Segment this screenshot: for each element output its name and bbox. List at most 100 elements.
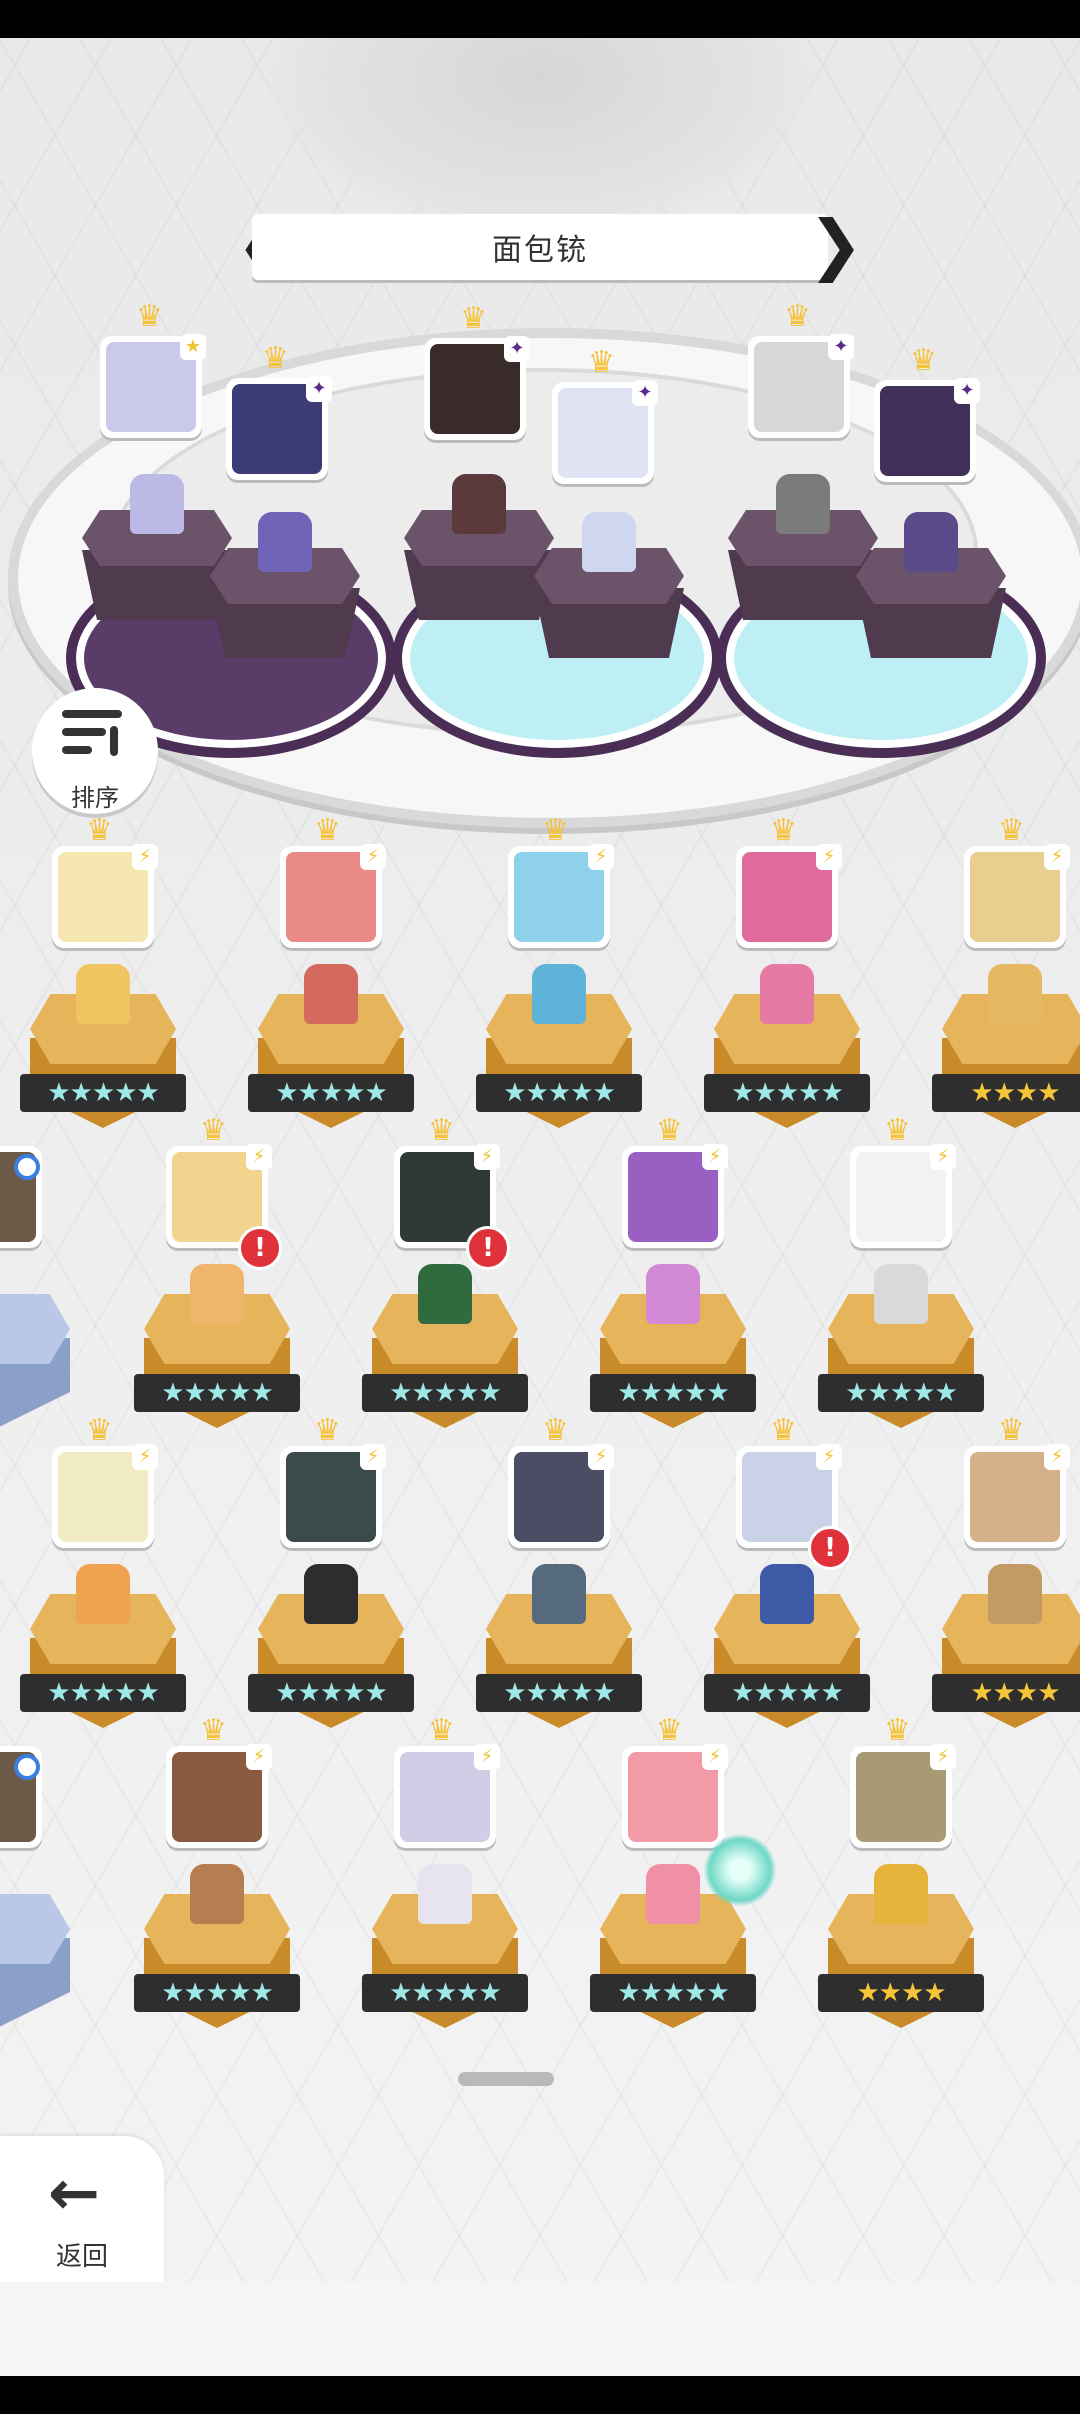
star-rating: ★★★★ (932, 1674, 1080, 1712)
star-rating: ★★★★★ (704, 1674, 870, 1712)
crown-icon: ♛ (314, 813, 341, 848)
star-rating: ★★★★★ (134, 1974, 300, 2012)
lightning-badge-icon: ⚡ (474, 1144, 500, 1170)
crown-icon: ♛ (770, 1413, 797, 1448)
team-member-sprite[interactable] (452, 474, 506, 534)
team-member-sprite[interactable] (776, 474, 830, 534)
character-sprite[interactable] (76, 964, 130, 1024)
star-rating: ★★★★★ (476, 1674, 642, 1712)
star-rating: ★★★★★ (362, 1374, 528, 1412)
character-portrait[interactable]: ⚡ (850, 1744, 956, 1848)
character-sprite[interactable] (874, 1264, 928, 1324)
team-member-portrait[interactable]: ✦ (424, 336, 530, 440)
arena-arch (260, 38, 820, 238)
star-rating: ★★★★★ (248, 1074, 414, 1112)
lightning-badge-icon: ⚡ (132, 844, 158, 870)
star-rating: ★★★★★ (248, 1674, 414, 1712)
character-portrait[interactable]: ⚡ (622, 1144, 728, 1248)
crown-icon: ♛ (460, 301, 487, 336)
character-portrait[interactable]: ⚡ (736, 844, 842, 948)
selection-dot-icon (14, 1754, 40, 1780)
character-sprite[interactable] (190, 1864, 244, 1924)
character-sprite[interactable] (874, 1864, 928, 1924)
crown-icon: ♛ (998, 813, 1025, 848)
rank-badge-icon: ✦ (504, 336, 530, 362)
character-portrait[interactable]: ⚡ (964, 844, 1070, 948)
sort-label: 排序 (71, 784, 119, 812)
crown-icon: ♛ (784, 299, 811, 334)
character-sprite[interactable] (532, 964, 586, 1024)
character-sprite[interactable] (760, 964, 814, 1024)
character-sprite[interactable] (532, 1564, 586, 1624)
team-member-portrait[interactable]: ✦ (874, 378, 980, 482)
crown-icon: ♛ (770, 813, 797, 848)
crown-icon: ♛ (884, 1713, 911, 1748)
team-member-portrait[interactable]: ✦ (748, 334, 854, 438)
character-portrait[interactable]: ⚡ (52, 844, 158, 948)
character-portrait[interactable]: ⚡ (850, 1144, 956, 1248)
star-rating: ★★★★★ (134, 1374, 300, 1412)
character-sprite[interactable] (418, 1264, 472, 1324)
weapon-title: 面包铳 (492, 233, 588, 268)
team-member-portrait[interactable]: ★ (100, 334, 206, 438)
star-rating: ★★★★ (932, 1074, 1080, 1112)
team-member-portrait[interactable]: ✦ (226, 376, 332, 480)
selection-dot-icon (14, 1154, 40, 1180)
character-sprite[interactable] (760, 1564, 814, 1624)
crown-icon: ♛ (910, 343, 937, 378)
rank-badge-icon: ★ (180, 334, 206, 360)
character-portrait[interactable]: ⚡ (508, 1444, 614, 1548)
crown-icon: ♛ (428, 1113, 455, 1148)
star-rating: ★★★★★ (704, 1074, 870, 1112)
team-member-portrait[interactable]: ✦ (552, 380, 658, 484)
character-portrait[interactable]: ⚡ (394, 1744, 500, 1848)
lightning-badge-icon: ⚡ (360, 1444, 386, 1470)
scroll-handle[interactable] (458, 2072, 554, 2086)
character-sprite[interactable] (418, 1864, 472, 1924)
lightning-badge-icon: ⚡ (930, 1744, 956, 1770)
character-portrait[interactable]: ⚡ (280, 844, 386, 948)
alert-icon[interactable]: ! (808, 1526, 852, 1570)
crown-icon: ♛ (314, 1413, 341, 1448)
lightning-badge-icon: ⚡ (1044, 1444, 1070, 1470)
character-sprite[interactable] (190, 1264, 244, 1324)
character-sprite[interactable] (304, 1564, 358, 1624)
next-weapon-arrow[interactable]: ❯ (808, 208, 863, 286)
game-scene: ★ ♛ ✦ ♛ ✦ ♛ ✦ ♛ ✦ ♛ ✦ ♛ ★★★★★ ⚡ ♛ ★★★★★ ⚡ ♛ ★★★★★ ⚡ ♛ ★★★★★ ⚡… (0, 38, 1080, 2282)
character-portrait[interactable]: ⚡ (52, 1444, 158, 1548)
character-portrait[interactable]: ⚡ (166, 1744, 272, 1848)
character-sprite[interactable] (988, 964, 1042, 1024)
team-member-sprite[interactable] (582, 512, 636, 572)
crown-icon: ♛ (884, 1113, 911, 1148)
team-member-sprite[interactable] (258, 512, 312, 572)
team-member-sprite[interactable] (130, 474, 184, 534)
lightning-badge-icon: ⚡ (816, 844, 842, 870)
alert-icon[interactable]: ! (238, 1226, 282, 1270)
character-portrait[interactable]: ⚡ (964, 1444, 1070, 1548)
lightning-badge-icon: ⚡ (132, 1444, 158, 1470)
character-portrait[interactable]: ⚡ (508, 844, 614, 948)
crown-icon: ♛ (656, 1713, 683, 1748)
crown-icon: ♛ (998, 1413, 1025, 1448)
status-bar (0, 0, 1080, 38)
lightning-badge-icon: ⚡ (816, 1444, 842, 1470)
lightning-badge-icon: ⚡ (1044, 844, 1070, 870)
alert-icon[interactable]: ! (466, 1226, 510, 1270)
character-sprite[interactable] (76, 1564, 130, 1624)
character-sprite[interactable] (304, 964, 358, 1024)
crown-icon: ♛ (86, 813, 113, 848)
character-portrait[interactable]: ⚡ (622, 1744, 728, 1848)
character-sprite[interactable] (646, 1864, 700, 1924)
star-rating: ★★★★ (818, 1974, 984, 2012)
sort-button[interactable]: 排序 (32, 688, 158, 814)
crown-icon: ♛ (200, 1113, 227, 1148)
lightning-badge-icon: ⚡ (702, 1744, 728, 1770)
back-button[interactable]: ← 返回 (0, 2136, 164, 2282)
character-sprite[interactable] (988, 1564, 1042, 1624)
team-member-sprite[interactable] (904, 512, 958, 572)
star-rating: ★★★★★ (818, 1374, 984, 1412)
character-sprite[interactable] (646, 1264, 700, 1324)
character-portrait[interactable]: ⚡ (280, 1444, 386, 1548)
star-rating: ★★★★★ (476, 1074, 642, 1112)
character-pedestal-partial (0, 1294, 74, 1444)
